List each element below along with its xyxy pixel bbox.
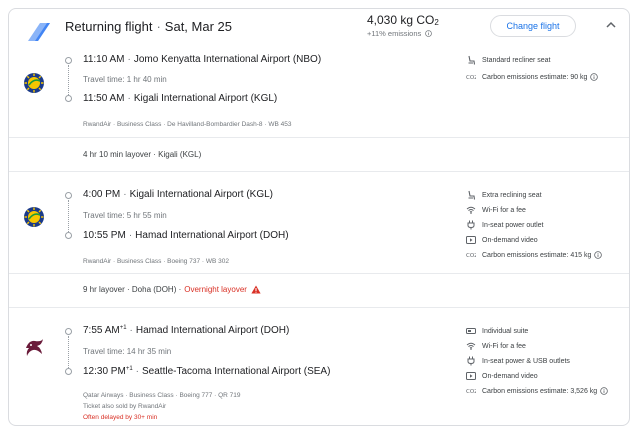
divider xyxy=(9,273,629,274)
arrival-row: 12:30 PM+1 · Seattle-Tacoma International … xyxy=(83,366,331,377)
suite-icon xyxy=(466,328,476,334)
chevron-up-icon[interactable] xyxy=(605,19,617,31)
amenity-video: On-demand video xyxy=(466,235,538,245)
rwandair-logo-icon xyxy=(24,207,44,227)
arrival-time: 11:50 AM xyxy=(83,93,125,104)
departure-airport: Hamad International Airport (DOH) xyxy=(135,325,290,336)
flight-segment-3: 7:55 AM+1 · Hamad International Airport (D… xyxy=(9,307,629,425)
flight-segment-2: 4:00 PM · Kigali International Airport (KG… xyxy=(9,171,629,271)
info-icon[interactable] xyxy=(600,387,608,395)
departure-time: 7:55 AM xyxy=(83,325,120,336)
amenity-suite: Individual suite xyxy=(466,326,528,336)
overnight-warning: Overnight layover xyxy=(184,285,247,294)
seat-icon xyxy=(467,190,475,200)
delay-warning: Often delayed by 30+ min xyxy=(83,414,158,421)
svg-text:CO2: CO2 xyxy=(466,75,476,81)
returning-flight-card: Returning flight · Sat, Mar 25 4,030 kg CO… xyxy=(8,8,630,426)
amenity-carbon: CO2 Carbon emissions estimate: 90 kg xyxy=(466,72,599,82)
departure-time: 4:00 PM xyxy=(83,189,121,200)
video-icon xyxy=(466,236,476,244)
info-icon[interactable] xyxy=(590,73,599,81)
rwandair-logo-icon xyxy=(24,73,44,93)
total-emissions: 4,030 kg CO2 xyxy=(367,13,439,27)
emissions-delta: +11% emissions xyxy=(367,29,433,38)
info-icon[interactable] xyxy=(425,30,433,37)
ticket-seller-note: Ticket also sold by RwandAir xyxy=(83,403,167,410)
amenity-seat: Extra reclining seat xyxy=(466,190,542,200)
arrival-dot xyxy=(65,232,72,239)
arrival-airport: Hamad International Airport (DOH) xyxy=(135,230,289,241)
seat-icon xyxy=(467,55,475,65)
power-icon xyxy=(467,356,475,366)
flight-segment-1: 11:10 AM · Jomo Kenyatta International Air… xyxy=(9,45,629,137)
timeline-line xyxy=(68,65,69,95)
departure-dot xyxy=(65,328,72,335)
arrival-airport: Kigali International Airport (KGL) xyxy=(133,93,278,104)
svg-text:CO2: CO2 xyxy=(466,253,476,259)
warning-icon xyxy=(251,285,261,294)
arrival-row: 11:50 AM · Kigali International Airport (K… xyxy=(83,93,278,104)
info-icon[interactable] xyxy=(594,251,603,259)
timeline-line xyxy=(68,200,69,232)
power-icon xyxy=(467,220,475,230)
change-flight-button[interactable]: Change flight xyxy=(490,15,576,37)
departure-row: 7:55 AM+1 · Hamad International Airport (D… xyxy=(83,325,290,336)
amenity-wifi: Wi-Fi for a fee xyxy=(466,205,526,215)
arrival-dot xyxy=(65,95,72,102)
return-plane-icon xyxy=(28,23,50,41)
video-icon xyxy=(466,372,476,380)
flight-details: RwandAir · Business Class · De Havilland… xyxy=(83,121,292,128)
flight-details: Qatar Airways · Business Class · Boeing … xyxy=(83,392,241,399)
arrival-airport: Seattle-Tacoma International Airport (SE… xyxy=(142,366,331,377)
layover-1: 4 hr 10 min layover · Kigali (KGL) xyxy=(83,150,202,159)
arrival-row: 10:55 PM · Hamad International Airport (DO… xyxy=(83,230,289,241)
arrival-time: 10:55 PM xyxy=(83,230,126,241)
arrival-dot xyxy=(65,368,72,375)
departure-airport: Kigali International Airport (KGL) xyxy=(129,189,273,200)
wifi-icon xyxy=(466,206,476,214)
amenity-wifi: Wi-Fi for a fee xyxy=(466,341,526,351)
flight-direction-label: Returning flight xyxy=(65,19,153,34)
flight-details: RwandAir · Business Class · Boeing 737 ·… xyxy=(83,258,229,265)
travel-time: Travel time: 5 hr 55 min xyxy=(83,211,167,220)
flight-date: Sat, Mar 25 xyxy=(164,19,232,34)
departure-time: 11:10 AM xyxy=(83,54,125,65)
departure-dot xyxy=(65,192,72,199)
travel-time: Travel time: 14 hr 35 min xyxy=(83,347,172,356)
departure-row: 4:00 PM · Kigali International Airport (KG… xyxy=(83,189,273,200)
amenity-seat: Standard recliner seat xyxy=(466,55,550,65)
amenity-power: In-seat power outlet xyxy=(466,220,543,230)
arrival-time: 12:30 PM xyxy=(83,366,126,377)
qatar-airways-logo-icon xyxy=(26,339,43,356)
co2-icon: CO2 xyxy=(466,389,476,395)
layover-2: 9 hr layover · Doha (DOH) · Overnight la… xyxy=(83,285,261,294)
departure-row: 11:10 AM · Jomo Kenyatta International Air… xyxy=(83,54,322,65)
amenity-carbon: CO2 Carbon emissions estimate: 3,526 kg xyxy=(466,386,608,396)
svg-text:CO2: CO2 xyxy=(466,389,476,395)
co2-icon: CO2 xyxy=(466,75,476,81)
wifi-icon xyxy=(466,342,476,350)
amenity-carbon: CO2 Carbon emissions estimate: 415 kg xyxy=(466,250,603,260)
co2-icon: CO2 xyxy=(466,253,476,259)
amenity-power: In-seat power & USB outlets xyxy=(466,356,570,366)
travel-time: Travel time: 1 hr 40 min xyxy=(83,75,167,84)
divider xyxy=(9,137,629,138)
amenity-video: On-demand video xyxy=(466,371,538,381)
departure-airport: Jomo Kenyatta International Airport (NBO… xyxy=(133,54,322,65)
timeline-line xyxy=(68,336,69,368)
departure-dot xyxy=(65,57,72,64)
page-title: Returning flight · Sat, Mar 25 xyxy=(65,19,232,34)
